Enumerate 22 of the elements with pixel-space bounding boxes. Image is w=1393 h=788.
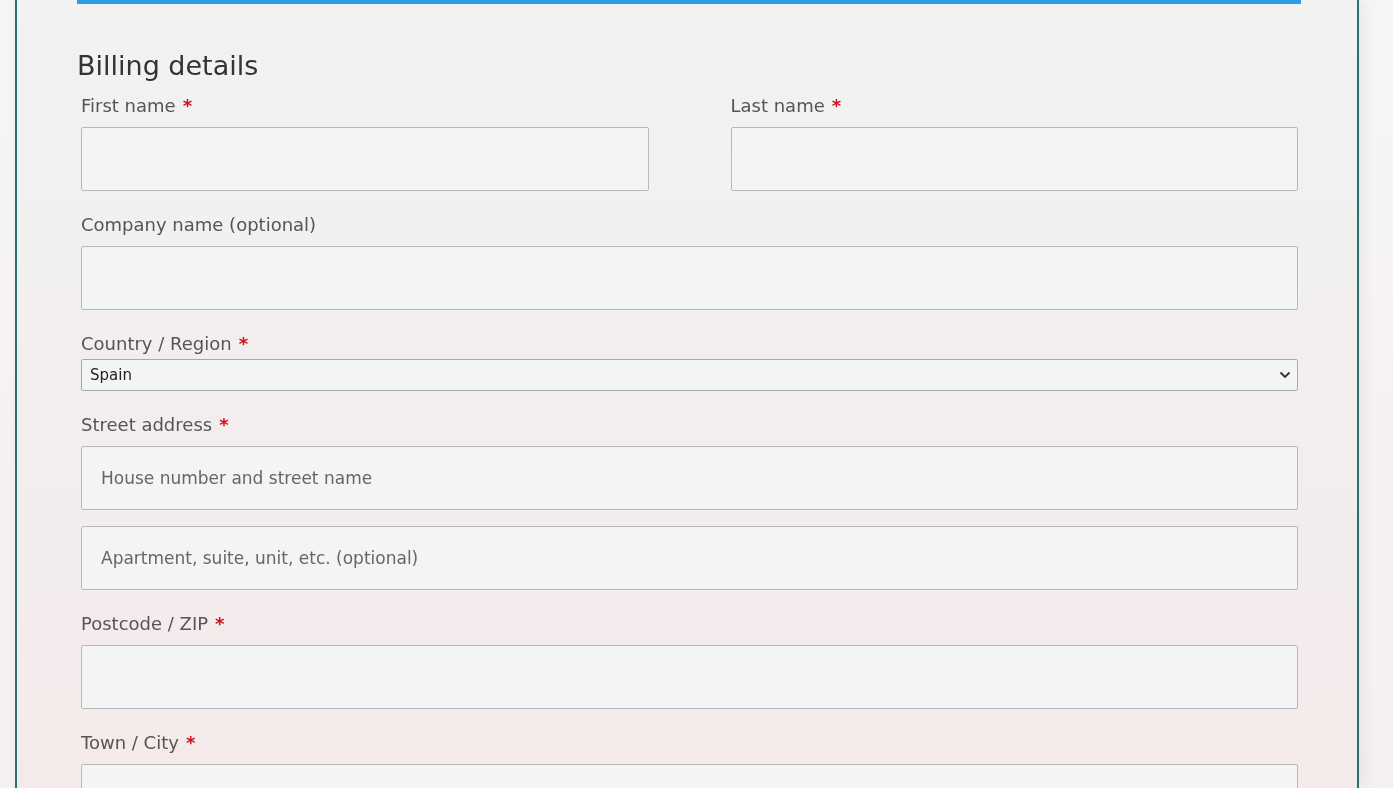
- field-label: Company name (optional): [81, 214, 317, 236]
- required-asterisk: *: [831, 95, 842, 117]
- input-field[interactable]: House number and street name: [81, 446, 1298, 510]
- field-label: Town / City: [81, 732, 179, 754]
- required-asterisk: *: [238, 333, 249, 355]
- input-field[interactable]: [730, 127, 1298, 191]
- input-field[interactable]: [81, 127, 649, 191]
- required-asterisk: *: [219, 414, 229, 436]
- field-label: Country / Region: [81, 333, 232, 355]
- caret-icon: [1279, 371, 1291, 379]
- required-asterisk: *: [185, 732, 196, 754]
- field-label: Last name: [730, 95, 825, 117]
- input-field[interactable]: [81, 645, 1298, 709]
- field-label: First name: [81, 95, 176, 117]
- input-field[interactable]: Apartment, suite, unit, etc. (optional): [81, 526, 1298, 590]
- field-label: Street address: [81, 414, 213, 436]
- field-label: Postcode / ZIP: [81, 613, 209, 635]
- required-asterisk: *: [182, 95, 193, 117]
- country-select[interactable]: Spain: [81, 359, 1298, 391]
- required-asterisk: *: [215, 613, 225, 635]
- section-heading: Billing details: [77, 49, 260, 83]
- input-field[interactable]: [81, 246, 1298, 310]
